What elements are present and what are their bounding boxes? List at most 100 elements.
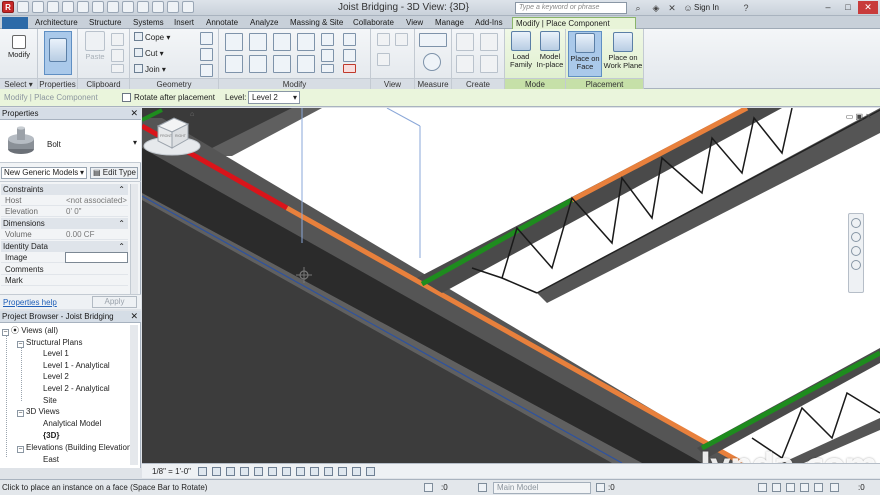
group-constraints[interactable]: Constraints ⌃ <box>1 184 128 195</box>
redo-icon[interactable] <box>62 1 74 13</box>
tree-structural-plans[interactable]: – Structural Plans <box>17 337 82 348</box>
tab-analyze[interactable]: Analyze <box>247 17 281 29</box>
tree-views-all[interactable]: – ⦿ Views (all) <box>2 325 58 336</box>
tab-view[interactable]: View <box>403 17 426 29</box>
unpin-icon[interactable] <box>343 49 356 62</box>
measure-icon[interactable] <box>92 1 104 13</box>
worksets-icon[interactable] <box>424 483 433 492</box>
cope-button[interactable]: Cope ▾ <box>134 32 170 43</box>
design-option-select[interactable]: Main Model <box>493 482 591 494</box>
zoom-icon[interactable] <box>851 232 861 242</box>
create-assembly-icon[interactable] <box>456 33 474 51</box>
select-dropdown[interactable]: Select ▾ <box>0 78 37 89</box>
highlight-displacement-icon[interactable] <box>366 467 375 476</box>
tab-insert[interactable]: Insert <box>171 17 197 29</box>
save-icon[interactable] <box>32 1 44 13</box>
orbit-icon[interactable] <box>851 260 861 270</box>
tab-massing-site[interactable]: Massing & Site <box>287 17 346 29</box>
tab-architecture[interactable]: Architecture <box>32 17 81 29</box>
align-icon[interactable] <box>225 33 243 51</box>
3d-view-icon[interactable] <box>137 1 149 13</box>
reveal-hidden-icon[interactable] <box>324 467 333 476</box>
collapse-toggle-icon[interactable]: – <box>17 341 24 348</box>
wall-joins-icon[interactable] <box>200 32 213 45</box>
tree-elevations[interactable]: – Elevations (Building Elevation <box>17 442 131 453</box>
copy-icon[interactable] <box>249 55 267 73</box>
select-by-face-icon[interactable] <box>800 483 809 492</box>
crop-region-icon[interactable] <box>282 467 291 476</box>
print-icon[interactable] <box>77 1 89 13</box>
analytical-model-icon[interactable] <box>352 467 361 476</box>
home-icon[interactable]: ⌂ <box>190 111 194 118</box>
filter-icon[interactable] <box>830 483 839 492</box>
tree-analytical-model[interactable]: Analytical Model <box>43 418 101 429</box>
undo-icon[interactable] <box>47 1 59 13</box>
group-identity-data[interactable]: Identity Data ⌃ <box>1 241 128 252</box>
crop-view-icon[interactable] <box>268 467 277 476</box>
pin-icon[interactable] <box>343 33 356 46</box>
revit-logo-icon[interactable]: R <box>2 1 14 13</box>
measure-distance-icon[interactable] <box>419 33 447 47</box>
steering-wheel-icon[interactable] <box>851 218 861 228</box>
browser-scrollbar[interactable] <box>130 325 138 465</box>
paste-button[interactable]: Paste <box>82 31 108 61</box>
viewcube[interactable]: FRONT RIGHT ⌂ <box>142 108 202 158</box>
tab-systems[interactable]: Systems <box>130 17 167 29</box>
match-type-icon[interactable] <box>111 64 124 73</box>
rotate-after-placement-checkbox[interactable] <box>122 93 131 102</box>
tree-level-2-analytical[interactable]: Level 2 - Analytical <box>43 383 110 394</box>
properties-button[interactable] <box>44 31 72 75</box>
tree-level-1[interactable]: Level 1 <box>43 348 69 359</box>
mirror-draw-icon[interactable] <box>297 33 315 51</box>
temp-view-properties-icon[interactable] <box>338 467 347 476</box>
place-on-work-plane-button[interactable]: Place on Work Plane <box>602 31 644 70</box>
split-face-icon[interactable] <box>200 48 213 61</box>
array-icon[interactable] <box>321 49 334 62</box>
close-button[interactable]: ✕ <box>858 1 878 14</box>
subscription-icon[interactable]: ◈ <box>650 2 662 14</box>
create-similar-icon[interactable] <box>480 55 498 73</box>
tree-level-1-analytical[interactable]: Level 1 - Analytical <box>43 360 110 371</box>
search-input[interactable]: Type a keyword or phrase <box>515 2 627 14</box>
select-pinned-icon[interactable] <box>786 483 795 492</box>
exchange-icon[interactable]: ✕ <box>666 2 678 14</box>
tab-manage[interactable]: Manage <box>432 17 467 29</box>
lock-view-icon[interactable] <box>296 467 305 476</box>
close-icon[interactable]: ✕ <box>130 311 138 322</box>
override-icon[interactable] <box>395 33 408 46</box>
design-options-icon[interactable] <box>478 483 487 492</box>
sign-in-link[interactable]: Sign In <box>694 3 719 12</box>
dimension-icon[interactable] <box>107 1 119 13</box>
tree-site[interactable]: Site <box>43 395 57 406</box>
tab-file[interactable] <box>2 17 28 29</box>
group-dimensions[interactable]: Dimensions ⌃ <box>1 218 128 229</box>
tab-collaborate[interactable]: Collaborate <box>350 17 397 29</box>
temp-hide-icon[interactable] <box>310 467 319 476</box>
properties-help-link[interactable]: Properties help <box>3 298 57 307</box>
open-icon[interactable] <box>17 1 29 13</box>
minimize-button[interactable]: – <box>818 1 838 14</box>
collapse-toggle-icon[interactable]: – <box>2 329 9 336</box>
tab-add-ins[interactable]: Add-Ins <box>472 17 506 29</box>
rendering-icon[interactable] <box>254 467 263 476</box>
editable-only-icon[interactable] <box>596 483 605 492</box>
user-icon[interactable]: ☺ <box>682 2 694 14</box>
mirror-pick-icon[interactable] <box>273 33 291 51</box>
drag-elements-icon[interactable] <box>814 483 823 492</box>
instance-filter-select[interactable]: New Generic Models <box>1 167 87 179</box>
scale-icon[interactable] <box>321 64 334 73</box>
tab-modify-place-component[interactable]: Modify | Place Component <box>512 17 636 29</box>
tree-3d[interactable]: {3D} <box>43 430 59 441</box>
tree-3d-views[interactable]: –3D Views <box>17 406 60 417</box>
tag-icon[interactable] <box>122 1 134 13</box>
edit-type-button[interactable]: ▤ Edit Type <box>90 167 138 179</box>
paint-icon[interactable] <box>200 64 213 77</box>
modify-button[interactable]: Modify <box>4 31 34 59</box>
join-button[interactable]: Join ▾ <box>134 64 166 75</box>
thin-lines-icon[interactable] <box>167 1 179 13</box>
cut-button[interactable]: Cut ▾ <box>134 48 164 59</box>
collapse-toggle-icon[interactable]: – <box>17 410 24 417</box>
help-icon[interactable]: ? <box>740 2 752 14</box>
3d-viewport[interactable]: ▭ ▣ ✕ FRONT RIGHT ⌂ lynda.com <box>142 108 880 463</box>
offset-icon[interactable] <box>249 33 267 51</box>
